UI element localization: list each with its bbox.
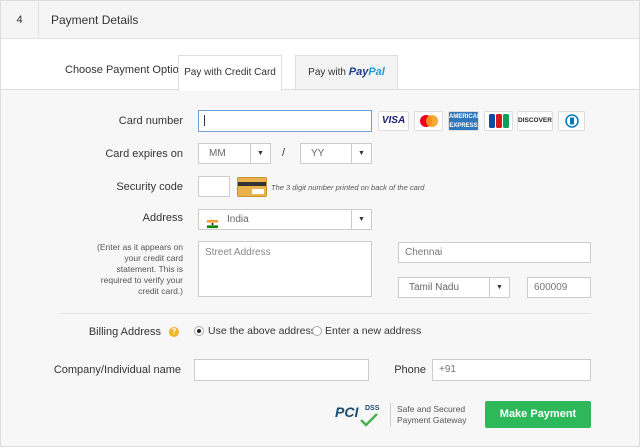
expiry-label: Card expires on bbox=[105, 148, 183, 160]
radio-new-address-label[interactable]: Enter a new address bbox=[325, 325, 421, 337]
street-address-input[interactable]: Street Address bbox=[198, 241, 372, 297]
expiry-year-select[interactable]: YY ▼ bbox=[300, 143, 372, 164]
security-code-input[interactable] bbox=[198, 176, 230, 197]
jcb-icon bbox=[484, 111, 513, 131]
country-select[interactable]: India ▼ bbox=[198, 209, 372, 230]
help-icon[interactable]: ? bbox=[169, 327, 179, 337]
choose-payment-label: Choose Payment Option bbox=[65, 64, 185, 76]
security-code-hint: The 3 digit number printed on back of th… bbox=[271, 183, 425, 192]
india-flag-icon bbox=[207, 216, 218, 228]
address-hint: (Enter as it appears on your credit card… bbox=[97, 242, 183, 296]
step-number: 4 bbox=[1, 1, 39, 39]
tab-paypal[interactable]: Pay with PayPal bbox=[295, 55, 398, 90]
section-divider bbox=[61, 313, 591, 314]
radio-use-above[interactable] bbox=[194, 326, 204, 336]
make-payment-button[interactable]: Make Payment bbox=[485, 401, 591, 428]
city-input[interactable]: Chennai bbox=[398, 242, 591, 263]
card-number-label: Card number bbox=[118, 115, 183, 127]
expiry-separator: / bbox=[282, 147, 286, 159]
footer-separator bbox=[390, 403, 391, 427]
expiry-month-select[interactable]: MM ▼ bbox=[198, 143, 271, 164]
discover-icon: DISCOVER bbox=[517, 111, 553, 131]
secure-gateway-text: Safe and Secured Payment Gateway bbox=[397, 404, 467, 425]
chevron-down-icon: ▼ bbox=[489, 278, 509, 297]
tab-paypal-prefix: Pay with bbox=[308, 67, 346, 78]
card-number-input[interactable] bbox=[198, 110, 372, 132]
billing-address-label: Billing Address bbox=[88, 326, 161, 338]
radio-use-above-label[interactable]: Use the above address bbox=[208, 325, 316, 337]
chevron-down-icon: ▼ bbox=[250, 144, 270, 163]
company-name-label: Company/Individual name bbox=[53, 364, 181, 376]
mastercard-icon bbox=[414, 111, 443, 131]
payment-panel: 4 Payment Details Choose Payment Option … bbox=[0, 0, 640, 447]
tab-credit-card[interactable]: Pay with Credit Card bbox=[178, 55, 282, 91]
security-code-label: Security code bbox=[116, 181, 183, 193]
section-title: Payment Details bbox=[51, 13, 139, 27]
amex-icon: AMERICAN EXPRESS bbox=[448, 111, 481, 131]
paypal-logo: PayPal bbox=[348, 66, 385, 78]
phone-input[interactable]: +91 bbox=[432, 359, 591, 381]
tabs-divider bbox=[1, 89, 639, 90]
chevron-down-icon: ▼ bbox=[351, 144, 371, 163]
diners-club-icon bbox=[558, 111, 585, 131]
section-header: 4 Payment Details bbox=[1, 1, 639, 39]
radio-new-address[interactable] bbox=[312, 326, 322, 336]
pci-dss-logo: PCI DSS bbox=[335, 402, 385, 428]
company-name-input[interactable] bbox=[194, 359, 369, 381]
chevron-down-icon: ▼ bbox=[351, 210, 371, 229]
zip-input[interactable]: 600009 bbox=[527, 277, 591, 298]
text-caret bbox=[204, 115, 205, 126]
state-select[interactable]: Tamil Nadu ▼ bbox=[398, 277, 510, 298]
phone-label: Phone bbox=[394, 364, 426, 376]
address-label: Address bbox=[142, 212, 183, 224]
visa-icon: VISA bbox=[378, 111, 409, 131]
card-back-icon bbox=[237, 177, 267, 197]
